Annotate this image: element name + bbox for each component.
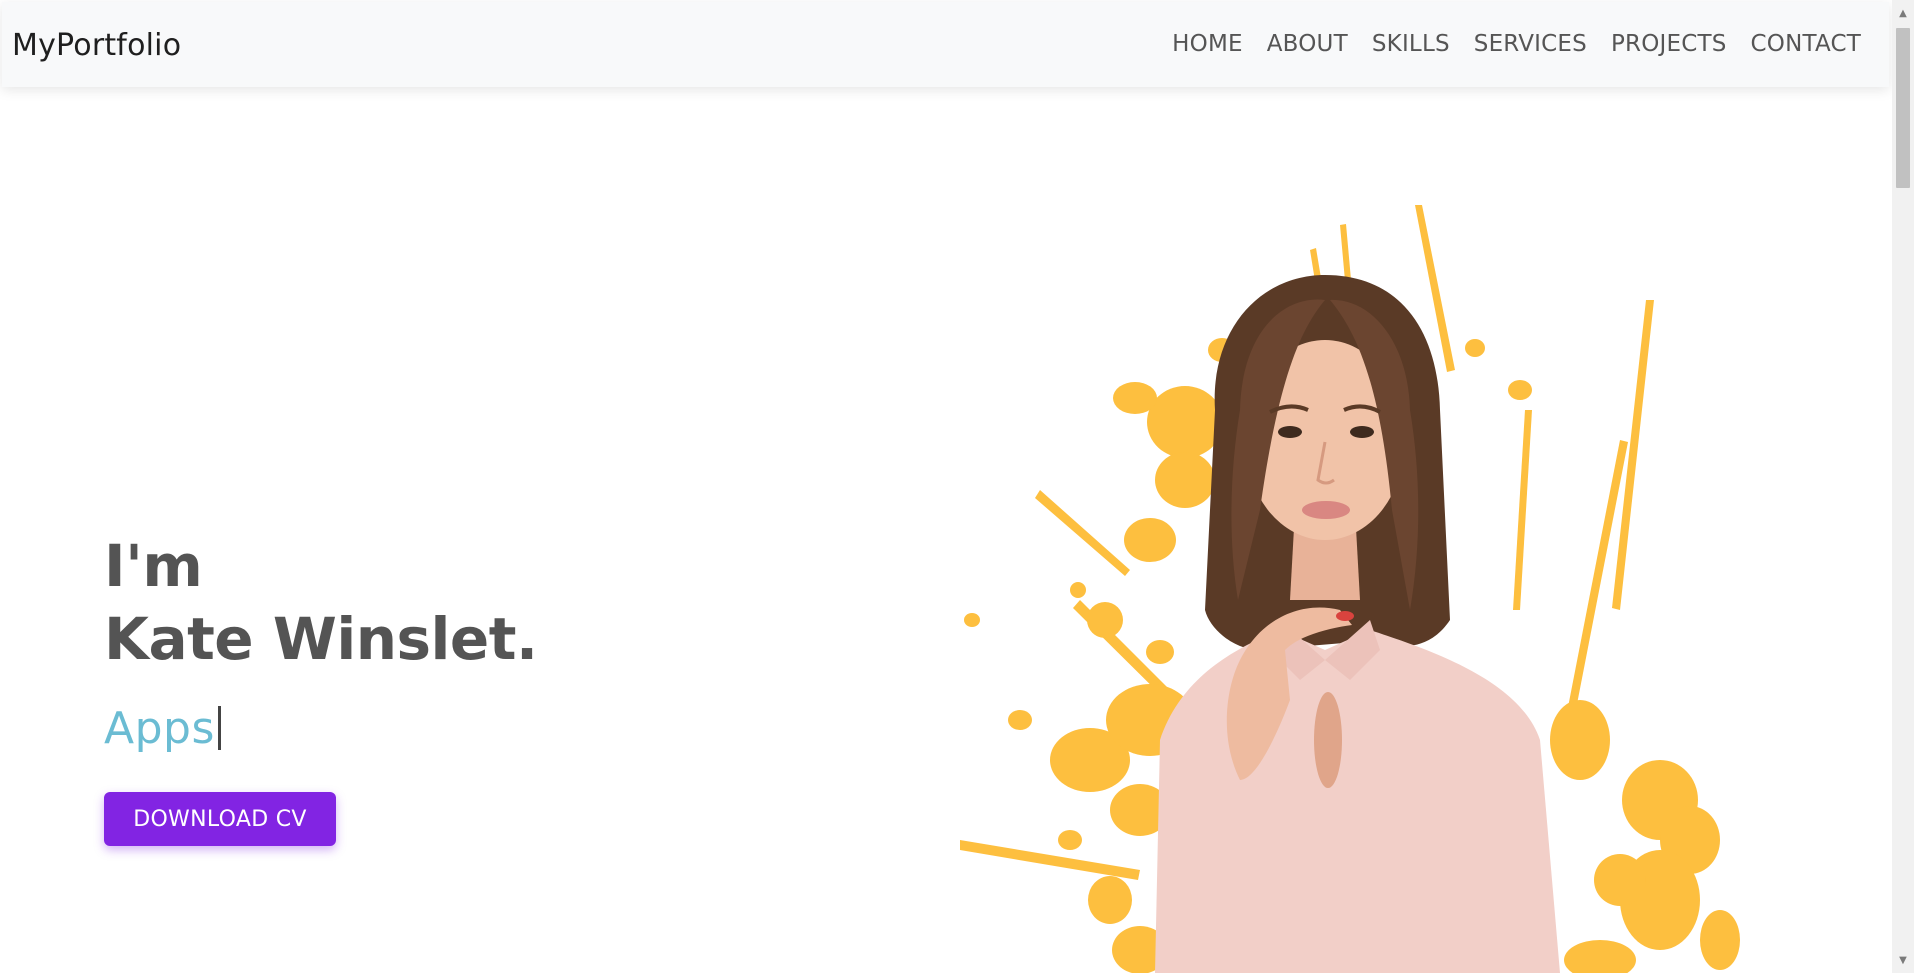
typed-text: Apps bbox=[104, 702, 215, 754]
nav-link-services[interactable]: SERVICES bbox=[1474, 27, 1587, 57]
nav-link-home[interactable]: HOME bbox=[1172, 27, 1243, 57]
hero-section: I'm Kate Winslet. Apps DOWNLOAD CV bbox=[104, 530, 538, 846]
hero-heading: I'm Kate Winslet. bbox=[104, 530, 538, 676]
nav-link-about[interactable]: ABOUT bbox=[1267, 27, 1348, 57]
nav-link-contact[interactable]: CONTACT bbox=[1751, 27, 1861, 57]
hero-greeting: I'm bbox=[104, 532, 203, 600]
download-cv-button[interactable]: DOWNLOAD CV bbox=[104, 792, 336, 846]
nav-link-skills[interactable]: SKILLS bbox=[1372, 27, 1450, 57]
page-scrollbar[interactable]: ▲ ▼ bbox=[1892, 0, 1914, 973]
scroll-down-arrow-icon[interactable]: ▼ bbox=[1892, 951, 1914, 969]
scroll-thumb[interactable] bbox=[1896, 28, 1910, 188]
page: MyPortfolio HOME ABOUT SKILLS SERVICES P… bbox=[0, 0, 1914, 973]
brand-logo[interactable]: MyPortfolio bbox=[12, 2, 181, 87]
nav-links: HOME ABOUT SKILLS SERVICES PROJECTS CONT… bbox=[1172, 2, 1861, 87]
woman-figure bbox=[1155, 275, 1560, 973]
navbar: MyPortfolio HOME ABOUT SKILLS SERVICES P… bbox=[2, 2, 1889, 87]
typed-cursor bbox=[217, 706, 221, 750]
nav-link-projects[interactable]: PROJECTS bbox=[1611, 27, 1727, 57]
hero-name: Kate Winslet. bbox=[104, 605, 538, 673]
portrait-image bbox=[960, 205, 1740, 973]
typed-row: Apps bbox=[104, 698, 537, 758]
scroll-up-arrow-icon[interactable]: ▲ bbox=[1892, 4, 1914, 22]
